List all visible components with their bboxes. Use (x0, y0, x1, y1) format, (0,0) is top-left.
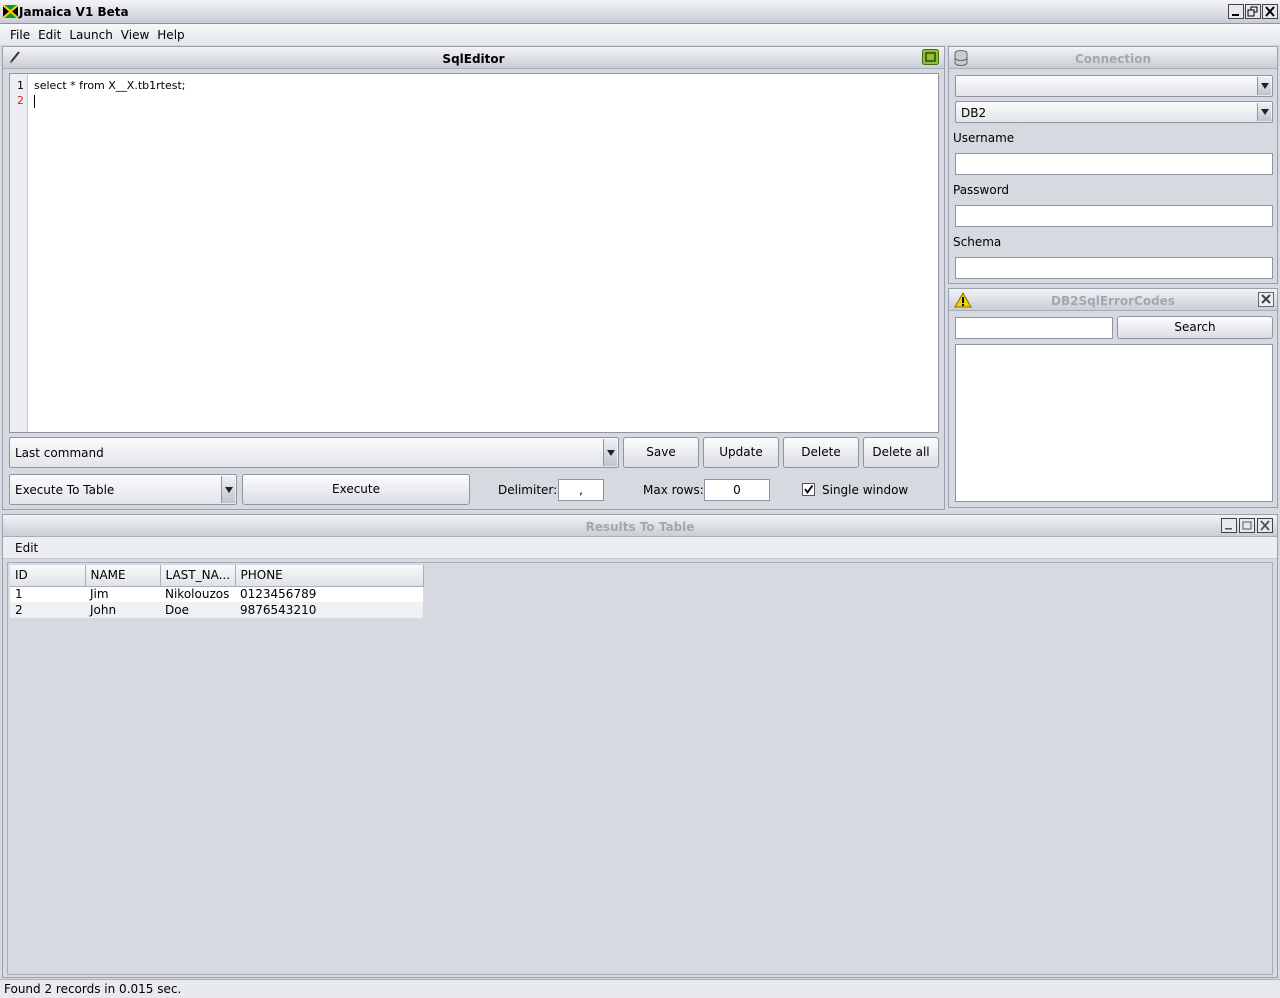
password-field[interactable] (955, 205, 1273, 227)
close-panel-button[interactable] (1258, 292, 1274, 307)
chevron-down-icon (603, 439, 617, 466)
maximize-icon (1242, 521, 1252, 530)
column-header-phone[interactable]: PHONE (235, 565, 424, 587)
checkmark-icon (804, 484, 814, 495)
sql-editor-title: SqlEditor (442, 52, 505, 66)
single-window-label: Single window (822, 483, 909, 497)
close-window-button[interactable] (1262, 4, 1278, 19)
table-cell[interactable]: 9876543210 (235, 602, 423, 618)
error-codes-header: DB2SqlErrorCodes (949, 289, 1277, 311)
results-close-button[interactable] (1257, 518, 1273, 533)
results-title: Results To Table (585, 520, 695, 534)
sql-editor-panel: SqlEditor 1 2 select * from X__X.tb1rtes… (2, 46, 945, 510)
sql-code-editor[interactable]: 1 2 select * from X__X.tb1rtest; (9, 73, 939, 433)
menu-help[interactable]: Help (153, 28, 188, 42)
db-type-value: DB2 (961, 106, 987, 120)
restore-button[interactable] (1245, 4, 1261, 19)
last-command-select[interactable]: Last command (9, 437, 619, 468)
line-number: 2 (17, 94, 24, 107)
connection-select[interactable] (955, 75, 1273, 97)
single-window-checkbox[interactable] (802, 483, 815, 496)
table-cell[interactable]: Jim (85, 586, 160, 602)
code-line: select * from X__X.tb1rtest; (34, 79, 186, 92)
save-button[interactable]: Save (623, 437, 699, 468)
results-menu-edit[interactable]: Edit (15, 541, 38, 555)
code-line-current (34, 93, 186, 108)
maximize-icon[interactable] (922, 49, 939, 65)
restore-icon (1247, 6, 1258, 17)
username-field[interactable] (955, 153, 1273, 175)
minimize-button[interactable] (1228, 4, 1244, 19)
table-cell[interactable]: 0123456789 (235, 586, 423, 602)
menu-view[interactable]: View (117, 28, 153, 42)
window-titlebar: Jamaica V1 Beta (0, 0, 1280, 24)
table-cell[interactable]: 1 (10, 586, 85, 602)
results-minimize-button[interactable] (1221, 518, 1237, 533)
minimize-icon (1225, 528, 1232, 530)
error-codes-panel: DB2SqlErrorCodes Search (948, 288, 1278, 508)
table-header-row: ID NAME LAST_NA... PHONE (10, 565, 424, 587)
last-command-value: Last command (15, 446, 104, 460)
chevron-down-icon (221, 476, 235, 503)
menu-launch[interactable]: Launch (65, 28, 116, 42)
max-rows-field[interactable]: 0 (704, 479, 770, 501)
error-code-search-input[interactable] (955, 317, 1113, 339)
delete-all-button[interactable]: Delete all (863, 437, 939, 468)
results-table[interactable]: ID NAME LAST_NA... PHONE 1 Jim Nikolouzo… (10, 565, 424, 618)
text-caret (34, 94, 35, 108)
chevron-down-icon (1257, 103, 1271, 121)
table-cell[interactable]: John (85, 602, 160, 618)
results-menubar: Edit (3, 537, 1277, 559)
jamaica-flag-icon (3, 5, 18, 18)
search-button[interactable]: Search (1117, 316, 1273, 339)
schema-field[interactable] (955, 257, 1273, 279)
error-codes-list[interactable] (955, 344, 1273, 502)
column-header-id[interactable]: ID (10, 565, 86, 587)
db-type-select[interactable]: DB2 (955, 101, 1273, 123)
table-cell[interactable]: 2 (10, 602, 85, 618)
execute-mode-value: Execute To Table (15, 483, 115, 497)
table-cell[interactable]: Doe (160, 602, 235, 618)
column-header-last-name[interactable]: LAST_NA... (160, 565, 236, 587)
error-codes-title: DB2SqlErrorCodes (1051, 294, 1175, 308)
execute-button[interactable]: Execute (242, 474, 470, 505)
connection-title: Connection (1074, 52, 1152, 66)
status-text: Found 2 records in 0.015 sec. (4, 982, 182, 996)
column-header-name[interactable]: NAME (85, 565, 161, 587)
close-icon (1260, 520, 1270, 531)
sql-editor-header: SqlEditor (3, 47, 944, 69)
table-row[interactable]: 2 John Doe 9876543210 (10, 602, 423, 618)
line-number: 1 (17, 79, 24, 92)
connection-panel: Connection DB2 Username Password Schema (948, 46, 1278, 284)
menu-edit[interactable]: Edit (34, 28, 65, 42)
minimize-icon (1232, 14, 1239, 16)
delimiter-label: Delimiter: (498, 483, 558, 497)
connection-header: Connection (949, 47, 1277, 69)
max-rows-label: Max rows: (643, 483, 704, 497)
chevron-down-icon (1257, 77, 1271, 95)
username-label: Username (953, 131, 1015, 145)
main-menubar: File Edit Launch View Help (0, 24, 1280, 45)
execute-mode-select[interactable]: Execute To Table (9, 474, 237, 505)
password-label: Password (953, 183, 1010, 197)
window-title: Jamaica V1 Beta (19, 5, 129, 19)
table-row[interactable]: 1 Jim Nikolouzos 0123456789 (10, 586, 423, 602)
results-maximize-button[interactable] (1239, 518, 1255, 533)
update-button[interactable]: Update (703, 437, 779, 468)
table-cell[interactable]: Nikolouzos (160, 586, 235, 602)
results-table-area[interactable]: ID NAME LAST_NA... PHONE 1 Jim Nikolouzo… (7, 562, 1273, 975)
results-panel: Results To Table Edit ID NAME LAST_NA...… (2, 514, 1278, 978)
close-icon (1261, 294, 1271, 304)
menu-file[interactable]: File (6, 28, 34, 42)
status-bar: Found 2 records in 0.015 sec. (0, 979, 1280, 998)
delete-button[interactable]: Delete (783, 437, 859, 468)
results-header: Results To Table (3, 515, 1277, 537)
schema-label: Schema (953, 235, 1002, 249)
delimiter-field[interactable]: , (558, 479, 604, 501)
line-number-gutter: 1 2 (10, 74, 28, 432)
close-icon (1265, 6, 1275, 17)
